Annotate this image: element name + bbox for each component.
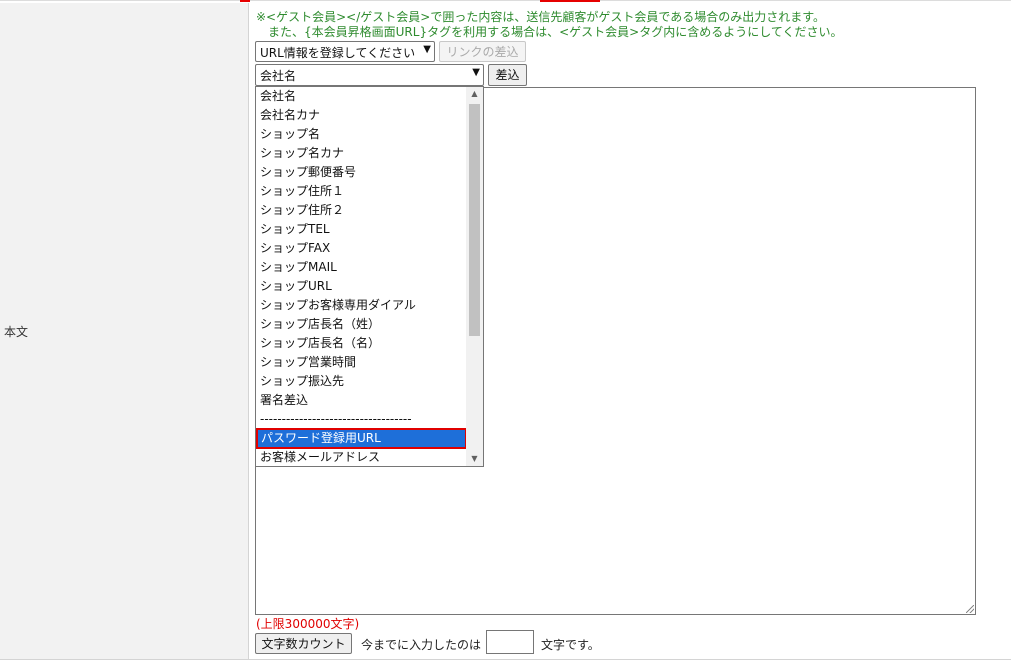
- insert-field-select[interactable]: 会社名 ▼: [255, 64, 484, 86]
- dropdown-option[interactable]: ショップ名: [256, 125, 467, 144]
- top-red-mark: [240, 0, 250, 2]
- dropdown-option[interactable]: ショップ住所２: [256, 201, 467, 220]
- dropdown-options: 会社名 会社名カナ ショップ名 ショップ名カナ ショップ郵便番号 ショップ住所１…: [256, 87, 467, 466]
- dropdown-option[interactable]: ショップFAX: [256, 239, 467, 258]
- dropdown-option[interactable]: ショップお客様専用ダイアル: [256, 296, 467, 315]
- dropdown-option[interactable]: ショップURL: [256, 277, 467, 296]
- row-label-cell: 本文: [0, 3, 249, 660]
- dropdown-option[interactable]: お客様メールアドレス: [256, 448, 467, 466]
- dropdown-option-selected[interactable]: パスワード登録用URL: [256, 428, 467, 449]
- dropdown-option[interactable]: 会社名カナ: [256, 106, 467, 125]
- url-info-select-value: URL情報を登録してください: [260, 46, 416, 60]
- count-prefix-text: 今までに入力したのは: [361, 638, 482, 652]
- scrollbar-thumb[interactable]: [469, 104, 480, 336]
- count-suffix-text: 文字です。: [541, 638, 600, 652]
- dropdown-option[interactable]: ショップ店長名（姓）: [256, 315, 467, 334]
- dropdown-scrollbar[interactable]: ▲ ▼: [466, 87, 483, 466]
- character-count-field[interactable]: [486, 630, 534, 654]
- chevron-down-icon: ▼: [472, 67, 480, 78]
- link-insert-button[interactable]: リンクの差込: [439, 41, 526, 62]
- dropdown-option[interactable]: ショップMAIL: [256, 258, 467, 277]
- resize-handle-icon[interactable]: [966, 605, 974, 613]
- dropdown-option[interactable]: 会社名: [256, 87, 467, 106]
- bottom-border: [0, 659, 1011, 660]
- character-limit-text: (上限300000文字): [256, 617, 360, 631]
- dropdown-option[interactable]: ショップ営業時間: [256, 353, 467, 372]
- url-info-select[interactable]: URL情報を登録してください ▼: [255, 41, 435, 62]
- scroll-up-arrow-icon[interactable]: ▲: [466, 87, 483, 101]
- scroll-down-arrow-icon[interactable]: ▼: [466, 452, 483, 466]
- row-label: 本文: [4, 325, 29, 339]
- dropdown-option[interactable]: ショップ名カナ: [256, 144, 467, 163]
- dropdown-option[interactable]: ショップ郵便番号: [256, 163, 467, 182]
- dropdown-option[interactable]: ショップTEL: [256, 220, 467, 239]
- character-count-button[interactable]: 文字数カウント: [255, 633, 352, 654]
- dropdown-option[interactable]: 署名差込: [256, 391, 467, 410]
- dropdown-option[interactable]: ショップ住所１: [256, 182, 467, 201]
- top-red-mark: [540, 0, 600, 2]
- dropdown-separator: -----------------------------------: [260, 412, 412, 426]
- insert-field-select-value: 会社名: [260, 69, 297, 83]
- guest-note-line-2: また、{本会員昇格画面URL}タグを利用する場合は、<ゲスト会員>タグ内に含める…: [268, 25, 843, 39]
- insert-button[interactable]: 差込: [488, 64, 527, 86]
- chevron-down-icon: ▼: [423, 44, 431, 55]
- dropdown-option[interactable]: ショップ振込先: [256, 372, 467, 391]
- field-dropdown-list[interactable]: 会社名 会社名カナ ショップ名 ショップ名カナ ショップ郵便番号 ショップ住所１…: [255, 86, 484, 467]
- dropdown-option[interactable]: ショップ店長名（名）: [256, 334, 467, 353]
